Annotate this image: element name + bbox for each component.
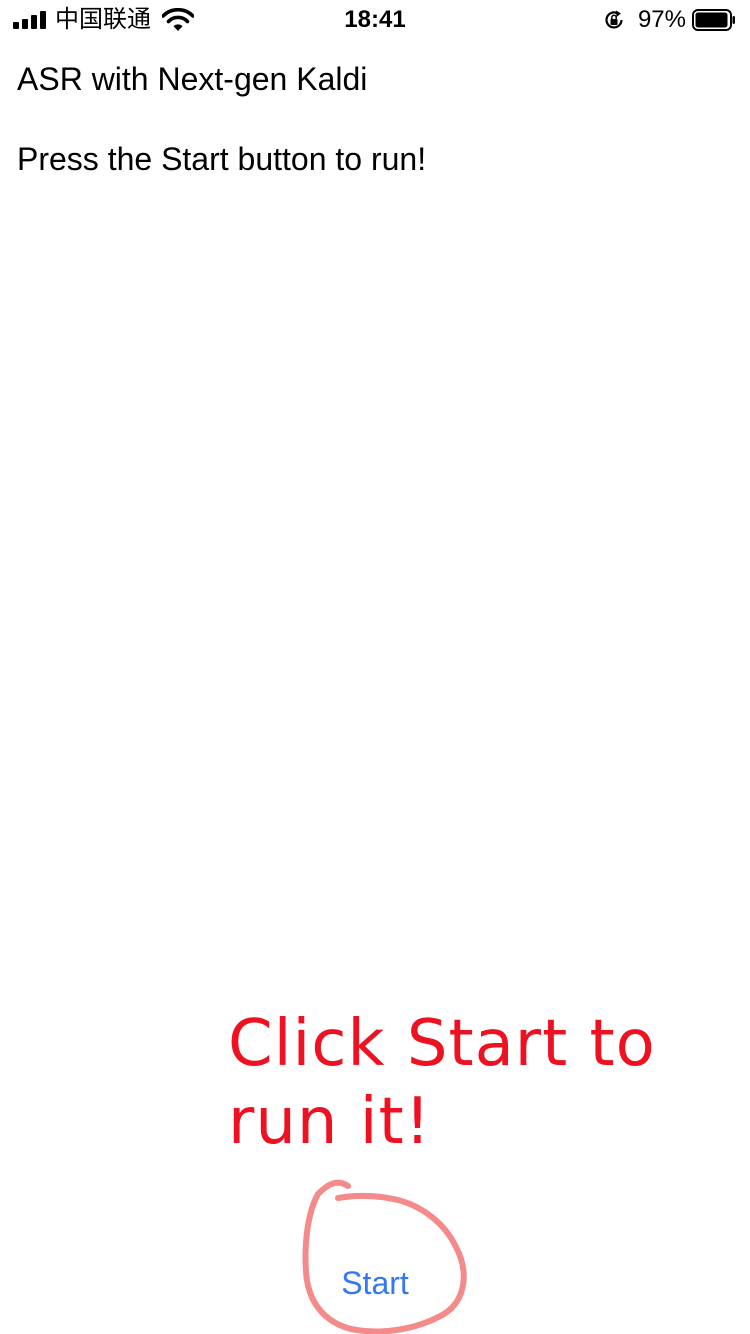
battery-icon <box>692 9 735 31</box>
orientation-lock-icon <box>605 10 623 29</box>
status-bar: 中国联通 18:41 97% <box>0 0 750 40</box>
battery-percentage: 97% <box>637 6 686 33</box>
annotation-text: Click Start to run it! <box>228 1007 656 1159</box>
app-title: ASR with Next-gen Kaldi <box>17 61 368 97</box>
status-message: Press the Start button to run! <box>17 141 427 177</box>
start-button[interactable]: Start <box>310 1258 440 1308</box>
annotation-circle <box>302 1179 467 1334</box>
